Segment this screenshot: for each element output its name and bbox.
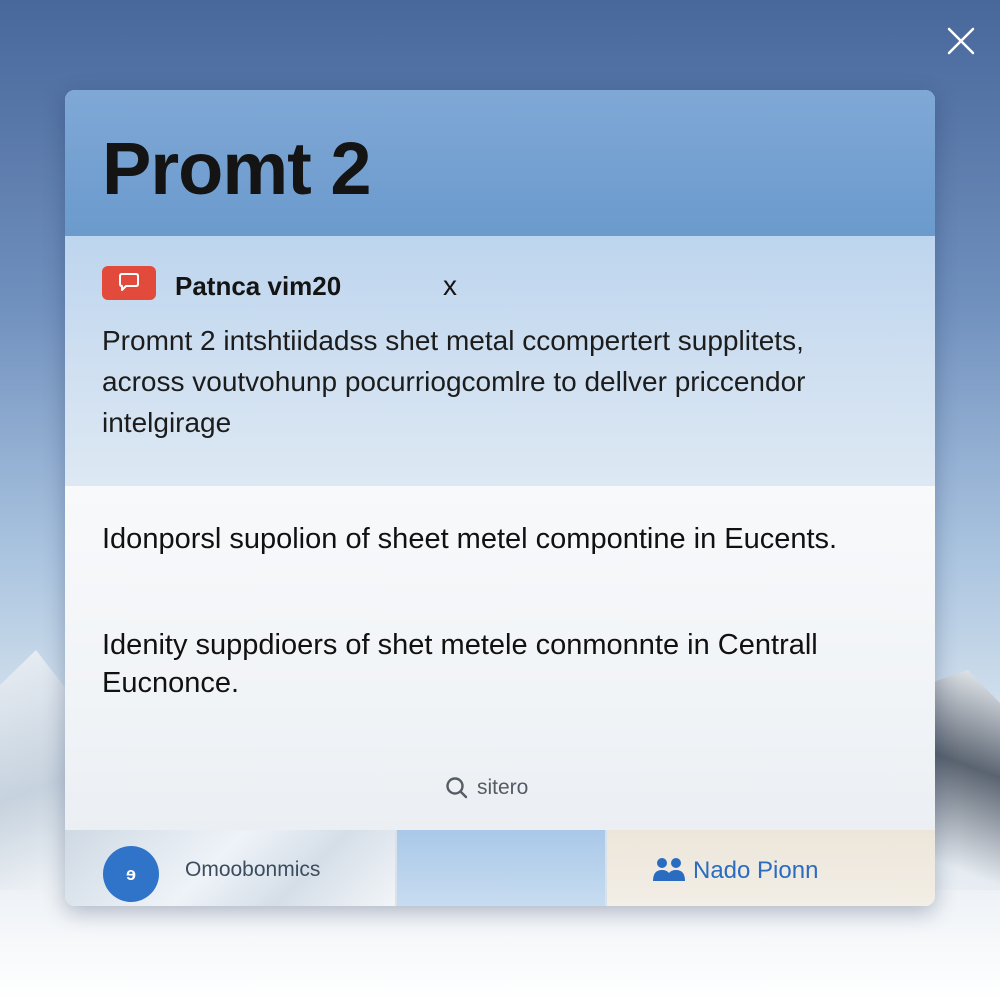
people-icon bbox=[653, 858, 685, 881]
result-item[interactable]: Idonporsl supolion of sheet metel compon… bbox=[102, 520, 882, 558]
search-button[interactable]: sitero bbox=[445, 776, 528, 800]
bottom-segment-right[interactable]: Nado Pionn bbox=[605, 830, 935, 906]
bottom-bar: ɘ Omoobonmics Nado Pionn bbox=[65, 830, 935, 906]
message-panel: Patnca vim20 x Promnt 2 intshtiidadss sh… bbox=[65, 236, 935, 486]
results-list: Idonporsl supolion of sheet metel compon… bbox=[65, 486, 935, 830]
chat-bubble-icon bbox=[119, 273, 139, 291]
search-icon bbox=[446, 777, 468, 799]
chat-bubble-button[interactable] bbox=[102, 266, 156, 300]
background-snow bbox=[0, 890, 1000, 1000]
card-title: Promt 2 bbox=[102, 127, 372, 210]
result-item[interactable]: Idenity suppdioers of shet metele conmon… bbox=[102, 626, 882, 702]
search-label: sitero bbox=[477, 776, 529, 799]
bottom-segment-left[interactable]: ɘ Omoobonmics bbox=[65, 830, 395, 906]
avatar: ɘ bbox=[103, 846, 159, 902]
bottom-right-label: Nado Pionn bbox=[693, 857, 819, 884]
bottom-segment-middle bbox=[395, 830, 605, 906]
bottom-left-label: Omoobonmics bbox=[185, 858, 321, 881]
message-close-button[interactable]: x bbox=[443, 270, 457, 302]
close-icon bbox=[947, 27, 975, 55]
card-header: Promt 2 bbox=[65, 90, 935, 236]
message-body: Promnt 2 intshtiidadss shet metal ccompe… bbox=[102, 325, 806, 438]
prompt-card: Promt 2 Patnca vim20 x Promnt 2 intshtii… bbox=[65, 90, 935, 906]
window-close-button[interactable] bbox=[942, 22, 980, 60]
message-title: Patnca vim20 bbox=[175, 271, 342, 301]
